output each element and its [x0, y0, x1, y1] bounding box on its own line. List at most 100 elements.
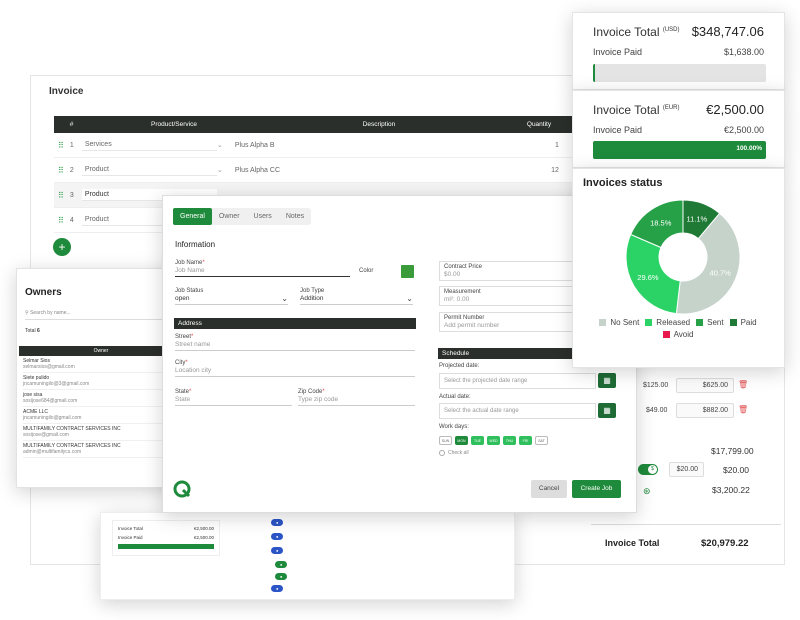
total-cell[interactable]: $625.00	[676, 378, 734, 393]
add-row-button[interactable]: +	[53, 238, 71, 256]
legend-item-released[interactable]: Released	[645, 318, 690, 327]
state-field[interactable]: State* State	[175, 389, 292, 406]
invoice-total-label: Invoice Total	[605, 538, 660, 548]
street-field[interactable]: Street* Street name	[175, 334, 415, 351]
job-type-select[interactable]: Job Type Addition ⌄	[300, 288, 413, 305]
product-select[interactable]: Services	[81, 139, 217, 151]
state-label: State	[175, 389, 190, 395]
table-row[interactable]: ⠿ 2 Product ⌄ Plus Alpha CC 12	[54, 158, 594, 183]
day-thu[interactable]: THU	[503, 436, 516, 445]
day-sat[interactable]: SAT	[535, 436, 548, 445]
zip-field[interactable]: Zip Code* Type zip code	[298, 389, 415, 406]
usd-total-label: Invoice Total (USD)	[593, 25, 680, 39]
drag-handle-icon[interactable]: ⠿	[58, 166, 64, 175]
legend-label: Avoid	[673, 330, 694, 339]
quantity-cell[interactable]: 1	[529, 142, 559, 149]
legend-label: Paid	[740, 318, 757, 327]
list-item[interactable]: Selmar Sios selmarsios@gmail.com	[23, 356, 183, 373]
legend-item-no-sent[interactable]: No Sent	[599, 318, 639, 327]
usd-paid-value: $1,638.00	[723, 47, 764, 57]
day-mon[interactable]: MON	[455, 436, 468, 445]
zip-label: Zip Code	[298, 389, 323, 395]
calendar-icon[interactable]: ▦	[598, 403, 616, 418]
invoices-status-panel: Invoices status 11.1% 40.7% 29.6% 18.5% No …	[572, 168, 785, 368]
trash-icon[interactable]: 🗑	[738, 405, 748, 414]
status-donut-chart: 11.1% 40.7% 29.6% 18.5%	[625, 199, 741, 315]
list-item[interactable]: MULTIFAMILY CONTRACT SERVICES INC sosijos…	[23, 424, 183, 441]
slice-label: 11.1%	[686, 214, 707, 223]
mini-total-label: Invoice Total	[118, 526, 143, 531]
color-swatch[interactable]	[401, 265, 414, 278]
usd-total-value: $348,747.06	[691, 24, 764, 39]
day-tue[interactable]: TUE	[471, 436, 484, 445]
work-days-selector: SUN MON TUE WED THU FRI SAT	[439, 433, 551, 445]
total-cell[interactable]: $882.00	[676, 403, 734, 418]
quantity-cell[interactable]: 12	[529, 167, 559, 174]
job-name-field[interactable]: Job Name* Job Name	[175, 260, 350, 277]
tab-owner[interactable]: Owner	[212, 208, 247, 225]
eur-paid-value: €2,500.00	[723, 125, 764, 135]
chart-legend: No Sent Released Sent Paid Avoid	[591, 317, 771, 341]
description-cell[interactable]: Plus Alpha CC	[229, 167, 529, 174]
tab-general[interactable]: General	[173, 208, 212, 225]
legend-item-sent[interactable]: Sent	[696, 318, 724, 327]
legend-swatch	[599, 319, 607, 326]
day-sun[interactable]: SUN	[439, 436, 452, 445]
divider	[591, 524, 781, 525]
fee-total: $20.00	[723, 465, 749, 475]
fee-input[interactable]: $20.00	[669, 462, 704, 477]
table-header: # Product/Service Description Quantity	[54, 116, 594, 133]
price-cell: $125.00	[643, 382, 669, 389]
check-all[interactable]: Check all	[439, 450, 469, 456]
settings-icon[interactable]: ⊛	[643, 486, 651, 497]
status-pill: ●	[271, 585, 284, 592]
chevron-down-icon: ⌄	[216, 167, 223, 174]
eur-paid-label: Invoice Paid	[593, 125, 643, 135]
tab-notes[interactable]: Notes	[279, 208, 311, 225]
create-job-button[interactable]: Create Job	[572, 480, 621, 498]
search-placeholder: Search by name...	[30, 310, 71, 316]
owners-column-header: Owner	[19, 346, 183, 356]
table-row[interactable]: ⠿ 1 Services ⌄ Plus Alpha B 1	[54, 133, 594, 158]
owners-title: Owners	[25, 287, 62, 298]
owners-search-input[interactable]: ⚲ Search by name...	[25, 310, 175, 320]
day-wed[interactable]: WED	[487, 436, 500, 445]
list-item[interactable]: Siete pulido jncamuningilo@3@gmail.com	[23, 373, 183, 390]
search-icon: ⚲	[25, 310, 29, 316]
mini-paid-label: Invoice Paid	[118, 535, 143, 540]
tab-users[interactable]: Users	[247, 208, 279, 225]
owner-email: sosijose684@gmail.com	[23, 398, 78, 404]
chevron-down-icon: ⌄	[406, 294, 413, 303]
city-field[interactable]: City* Location city	[175, 360, 415, 377]
chart-title: Invoices status	[583, 177, 663, 189]
product-select[interactable]: Product	[81, 164, 217, 176]
slice-label: 40.7%	[710, 269, 732, 278]
usd-total-text: Invoice Total	[593, 25, 660, 39]
legend-label: Released	[656, 318, 691, 327]
calendar-icon[interactable]: ▦	[598, 373, 616, 388]
list-item[interactable]: jose sisa sosijose684@gmail.com	[23, 390, 183, 407]
job-type-label: Job Type	[300, 288, 325, 294]
trash-icon[interactable]: 🗑	[738, 380, 748, 389]
legend-item-paid[interactable]: Paid	[729, 318, 757, 327]
drag-handle-icon[interactable]: ⠿	[58, 191, 64, 200]
checkbox-icon[interactable]	[439, 450, 445, 456]
drag-handle-icon[interactable]: ⠿	[58, 141, 64, 150]
description-cell[interactable]: Plus Alpha B	[229, 142, 529, 149]
list-item[interactable]: MULTIFAMILY CONTRACT SERVICES INC admin@m…	[23, 441, 183, 458]
state-placeholder: State	[175, 396, 191, 403]
projected-date-input[interactable]: Select the projected date range	[439, 373, 596, 389]
day-fri[interactable]: FRI	[519, 436, 532, 445]
legend-item-avoid[interactable]: Avoid	[662, 330, 694, 339]
eur-currency: (EUR)	[662, 105, 680, 111]
job-status-select[interactable]: Job Status open ⌄	[175, 288, 288, 305]
actual-date-input[interactable]: Select the actual date range	[439, 403, 596, 419]
drag-handle-icon[interactable]: ⠿	[58, 216, 64, 225]
invoice-usd-panel: Invoice Total (USD) $348,747.06 Invoice …	[572, 12, 785, 90]
col-description: Description	[362, 121, 396, 128]
list-item[interactable]: ACME LLC jncamuningilo@gmail.com	[23, 407, 183, 424]
status-pill: ●	[275, 573, 288, 580]
cancel-button[interactable]: Cancel	[531, 480, 567, 498]
check-all-label: Check all	[448, 450, 469, 456]
fee-toggle[interactable]: $	[638, 464, 658, 475]
